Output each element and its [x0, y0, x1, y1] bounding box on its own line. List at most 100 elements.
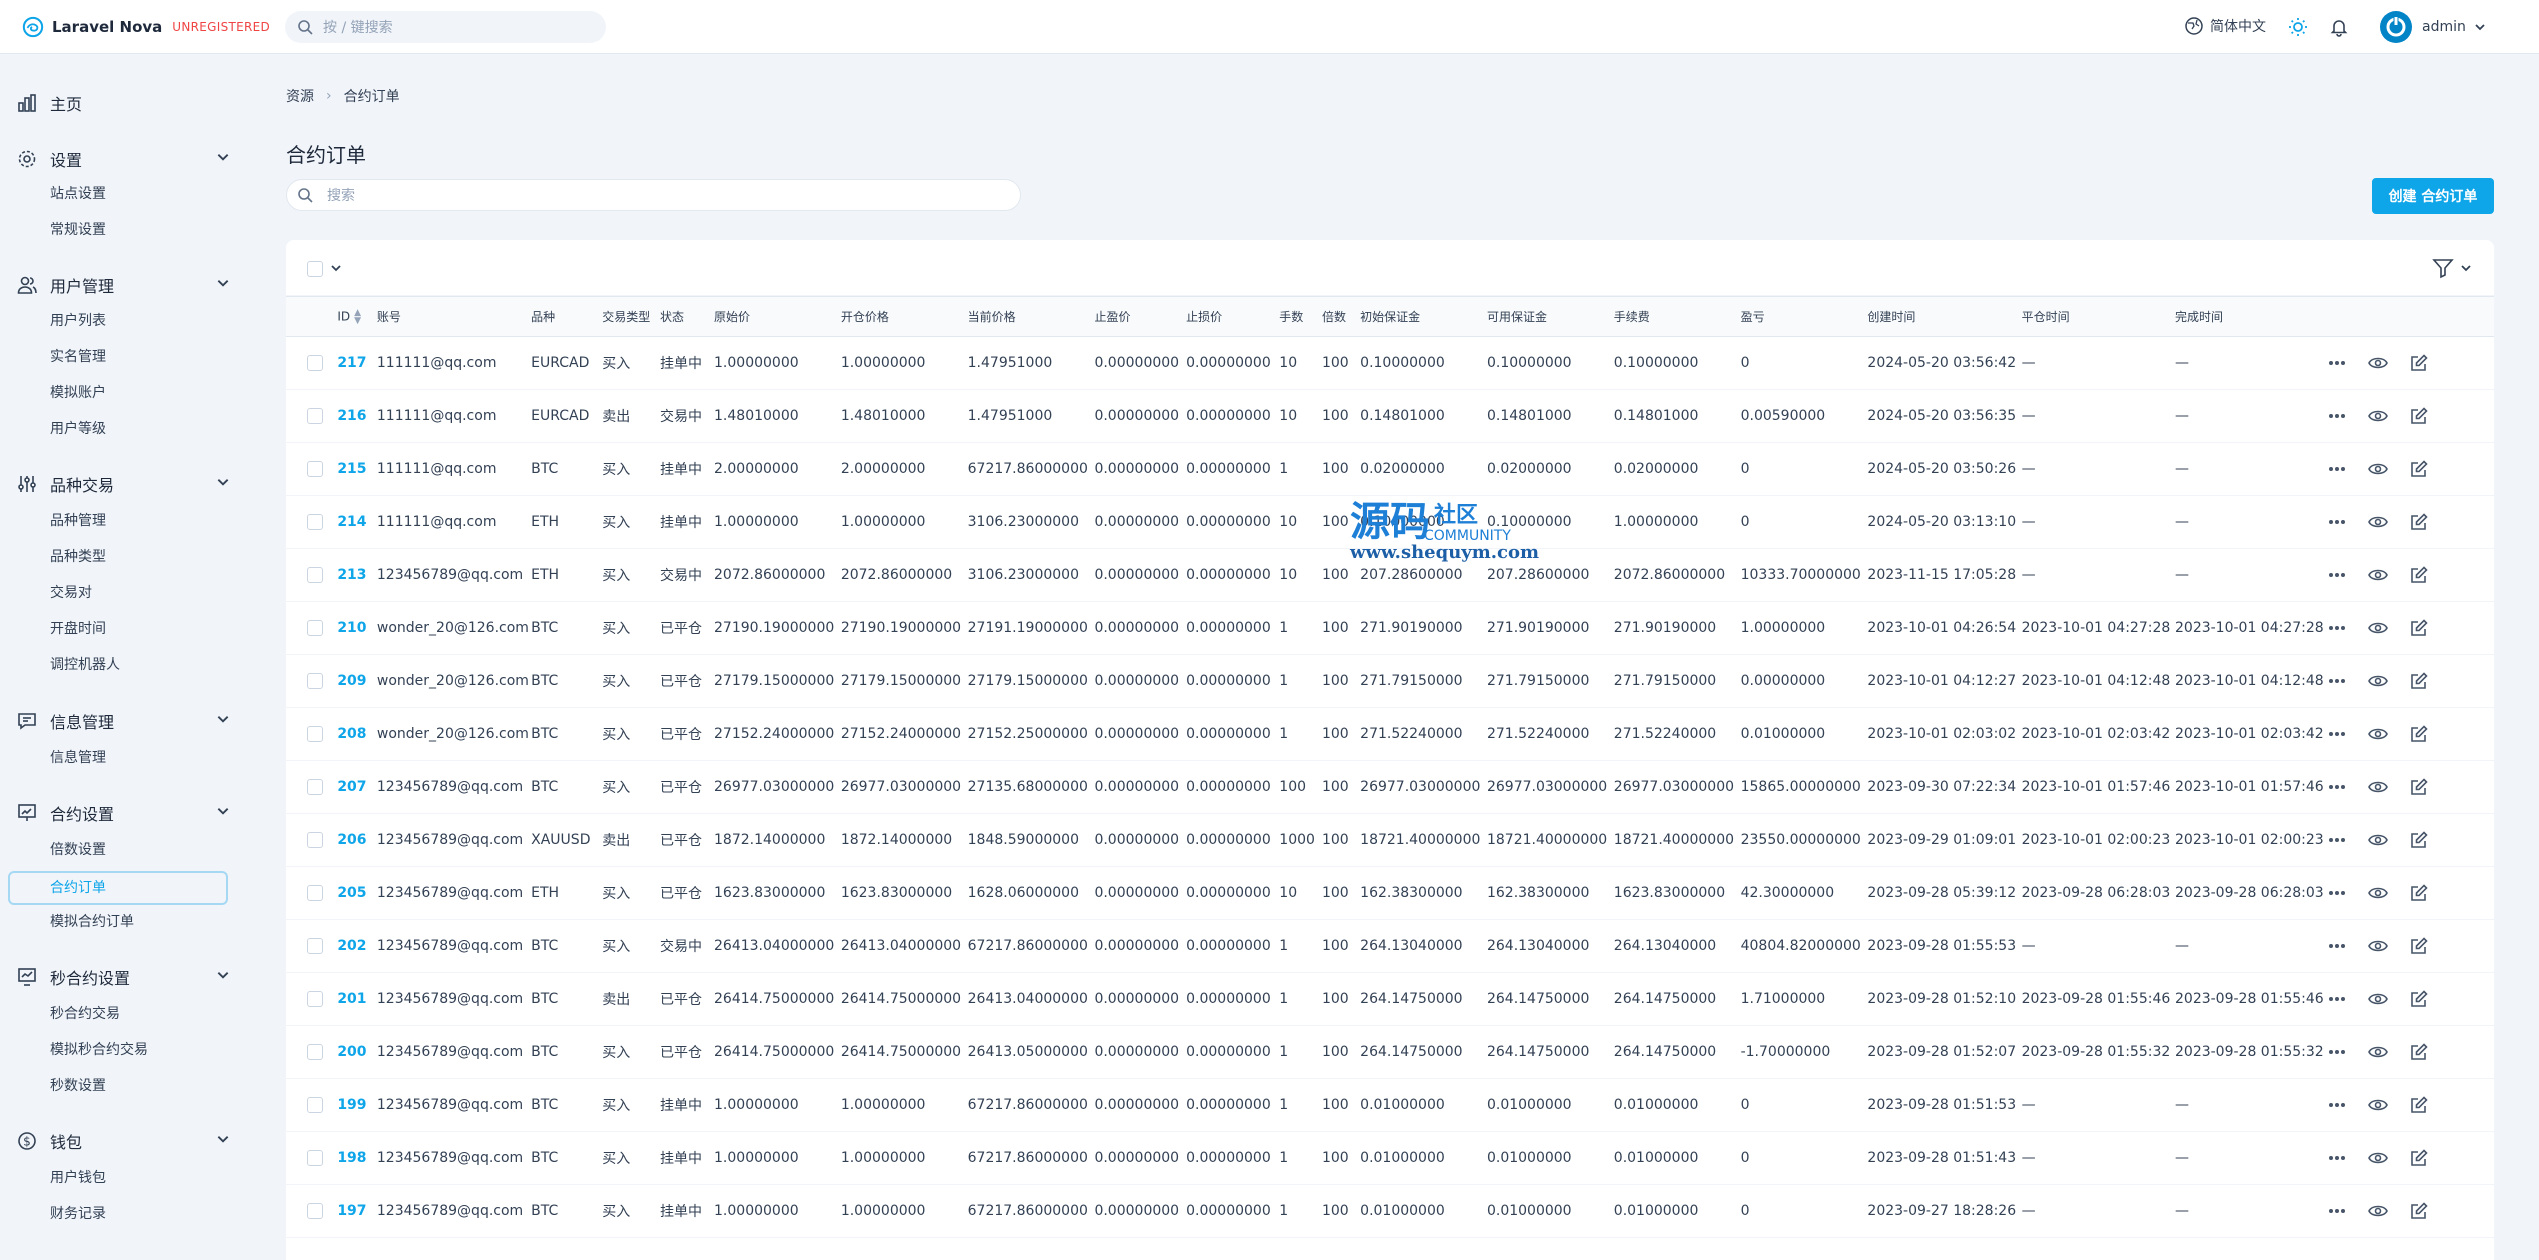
- brand[interactable]: Laravel Nova UNREGISTERED: [22, 16, 270, 38]
- more-actions-icon[interactable]: [2328, 996, 2346, 1002]
- sidebar-item-contract-orders[interactable]: 合约订单: [8, 871, 228, 905]
- sidebar-group-contract[interactable]: 合约设置: [16, 800, 230, 826]
- more-actions-icon[interactable]: [2328, 1049, 2346, 1055]
- select-all-checkbox[interactable]: [307, 261, 323, 277]
- edit-icon[interactable]: [2410, 884, 2429, 902]
- eye-icon[interactable]: [2368, 515, 2389, 529]
- row-checkbox[interactable]: [307, 885, 323, 901]
- order-id-link[interactable]: 215: [337, 443, 377, 496]
- sidebar-group-messages[interactable]: 信息管理: [16, 708, 230, 734]
- theme-toggle-sun-icon[interactable]: [2288, 17, 2308, 37]
- table-row[interactable]: 217 111111@qq.com EURCAD 买入 挂单中 1.00000000 1.0…: [286, 337, 2494, 390]
- sidebar-item-user-wallet[interactable]: 用户钱包: [50, 1167, 106, 1187]
- row-checkbox[interactable]: [307, 991, 323, 1007]
- order-id-link[interactable]: 213: [337, 549, 377, 602]
- edit-icon[interactable]: [2410, 513, 2429, 531]
- language-switcher[interactable]: 简体中文: [2184, 16, 2266, 36]
- eye-icon[interactable]: [2368, 1204, 2389, 1218]
- eye-icon[interactable]: [2368, 409, 2389, 423]
- sidebar-item-general-settings[interactable]: 常规设置: [50, 219, 106, 239]
- sidebar-group-wallet[interactable]: $ 钱包: [16, 1128, 230, 1154]
- eye-icon[interactable]: [2368, 1151, 2389, 1165]
- sidebar-item-finance-records[interactable]: 财务记录: [50, 1203, 106, 1223]
- edit-icon[interactable]: [2410, 937, 2429, 955]
- column-header-id[interactable]: ID ▲ ▼: [337, 296, 377, 337]
- table-row[interactable]: 210 wonder_20@126.com BTC 买入 已平仓 27190.190000…: [286, 602, 2494, 655]
- bell-icon[interactable]: [2329, 17, 2349, 37]
- table-row[interactable]: 216 111111@qq.com EURCAD 卖出 交易中 1.48010000 1.4…: [286, 390, 2494, 443]
- sidebar-item-user-list[interactable]: 用户列表: [50, 310, 106, 330]
- sidebar-item-site-settings[interactable]: 站点设置: [50, 183, 106, 203]
- more-actions-icon[interactable]: [2328, 943, 2346, 949]
- more-actions-icon[interactable]: [2328, 360, 2346, 366]
- more-actions-icon[interactable]: [2328, 678, 2346, 684]
- eye-icon[interactable]: [2368, 621, 2389, 635]
- more-actions-icon[interactable]: [2328, 466, 2346, 472]
- sidebar-item-realname[interactable]: 实名管理: [50, 346, 106, 366]
- eye-icon[interactable]: [2368, 780, 2389, 794]
- row-checkbox[interactable]: [307, 938, 323, 954]
- order-id-link[interactable]: 198: [337, 1132, 377, 1185]
- edit-icon[interactable]: [2410, 407, 2429, 425]
- create-contract-order-button[interactable]: 创建 合约订单: [2372, 178, 2494, 214]
- sidebar-item-pairs[interactable]: 交易对: [50, 582, 92, 602]
- row-checkbox[interactable]: [307, 355, 323, 371]
- order-id-link[interactable]: 206: [337, 814, 377, 867]
- more-actions-icon[interactable]: [2328, 413, 2346, 419]
- row-checkbox[interactable]: [307, 514, 323, 530]
- eye-icon[interactable]: [2368, 462, 2389, 476]
- eye-icon[interactable]: [2368, 886, 2389, 900]
- edit-icon[interactable]: [2410, 354, 2429, 372]
- sidebar-item-robot[interactable]: 调控机器人: [50, 654, 120, 674]
- edit-icon[interactable]: [2410, 1202, 2429, 1220]
- table-row[interactable]: 208 wonder_20@126.com BTC 买入 已平仓 27152.240000…: [286, 708, 2494, 761]
- edit-icon[interactable]: [2410, 1096, 2429, 1114]
- sidebar-item-symbols[interactable]: 品种管理: [50, 510, 106, 530]
- edit-icon[interactable]: [2410, 460, 2429, 478]
- sidebar-item-messages[interactable]: 信息管理: [50, 747, 106, 767]
- table-row[interactable]: 206 123456789@qq.com XAUUSD 卖出 已平仓 1872.14000…: [286, 814, 2494, 867]
- table-row[interactable]: 198 123456789@qq.com BTC 买入 挂单中 1.00000000 1.0…: [286, 1132, 2494, 1185]
- more-actions-icon[interactable]: [2328, 519, 2346, 525]
- more-actions-icon[interactable]: [2328, 625, 2346, 631]
- more-actions-icon[interactable]: [2328, 1208, 2346, 1214]
- row-checkbox[interactable]: [307, 1044, 323, 1060]
- more-actions-icon[interactable]: [2328, 1155, 2346, 1161]
- order-id-link[interactable]: 200: [337, 1026, 377, 1079]
- eye-icon[interactable]: [2368, 1098, 2389, 1112]
- sidebar-group-trading[interactable]: 品种交易: [16, 471, 230, 497]
- more-actions-icon[interactable]: [2328, 731, 2346, 737]
- more-actions-icon[interactable]: [2328, 1102, 2346, 1108]
- user-menu[interactable]: admin: [2380, 11, 2486, 43]
- row-checkbox[interactable]: [307, 461, 323, 477]
- eye-icon[interactable]: [2368, 992, 2389, 1006]
- row-checkbox[interactable]: [307, 1203, 323, 1219]
- eye-icon[interactable]: [2368, 1045, 2389, 1059]
- breadcrumb-root[interactable]: 资源: [286, 86, 314, 106]
- edit-icon[interactable]: [2410, 778, 2429, 796]
- order-id-link[interactable]: 209: [337, 655, 377, 708]
- order-id-link[interactable]: 207: [337, 761, 377, 814]
- edit-icon[interactable]: [2410, 619, 2429, 637]
- row-checkbox[interactable]: [307, 408, 323, 424]
- sidebar-item-leverage[interactable]: 倍数设置: [50, 839, 106, 859]
- edit-icon[interactable]: [2410, 990, 2429, 1008]
- edit-icon[interactable]: [2410, 725, 2429, 743]
- table-row[interactable]: 209 wonder_20@126.com BTC 买入 已平仓 27179.150000…: [286, 655, 2494, 708]
- order-id-link[interactable]: 216: [337, 390, 377, 443]
- more-actions-icon[interactable]: [2328, 784, 2346, 790]
- sidebar-item-second-trading[interactable]: 秒合约交易: [50, 1003, 120, 1023]
- sidebar-group-second-contract[interactable]: 秒合约设置: [16, 964, 230, 990]
- order-id-link[interactable]: 210: [337, 602, 377, 655]
- chevron-down-icon[interactable]: [330, 262, 342, 274]
- order-id-link[interactable]: 197: [337, 1185, 377, 1238]
- table-row[interactable]: 200 123456789@qq.com BTC 买入 已平仓 26414.7500000…: [286, 1026, 2494, 1079]
- table-row[interactable]: 205 123456789@qq.com ETH 买入 已平仓 1623.83000000…: [286, 867, 2494, 920]
- row-checkbox[interactable]: [307, 673, 323, 689]
- order-id-link[interactable]: 199: [337, 1079, 377, 1132]
- edit-icon[interactable]: [2410, 1043, 2429, 1061]
- edit-icon[interactable]: [2410, 1149, 2429, 1167]
- table-row[interactable]: 197 123456789@qq.com BTC 买入 挂单中 1.00000000 1.0…: [286, 1185, 2494, 1238]
- order-id-link[interactable]: 217: [337, 337, 377, 390]
- global-search-input[interactable]: 按 / 键搜索: [285, 11, 606, 43]
